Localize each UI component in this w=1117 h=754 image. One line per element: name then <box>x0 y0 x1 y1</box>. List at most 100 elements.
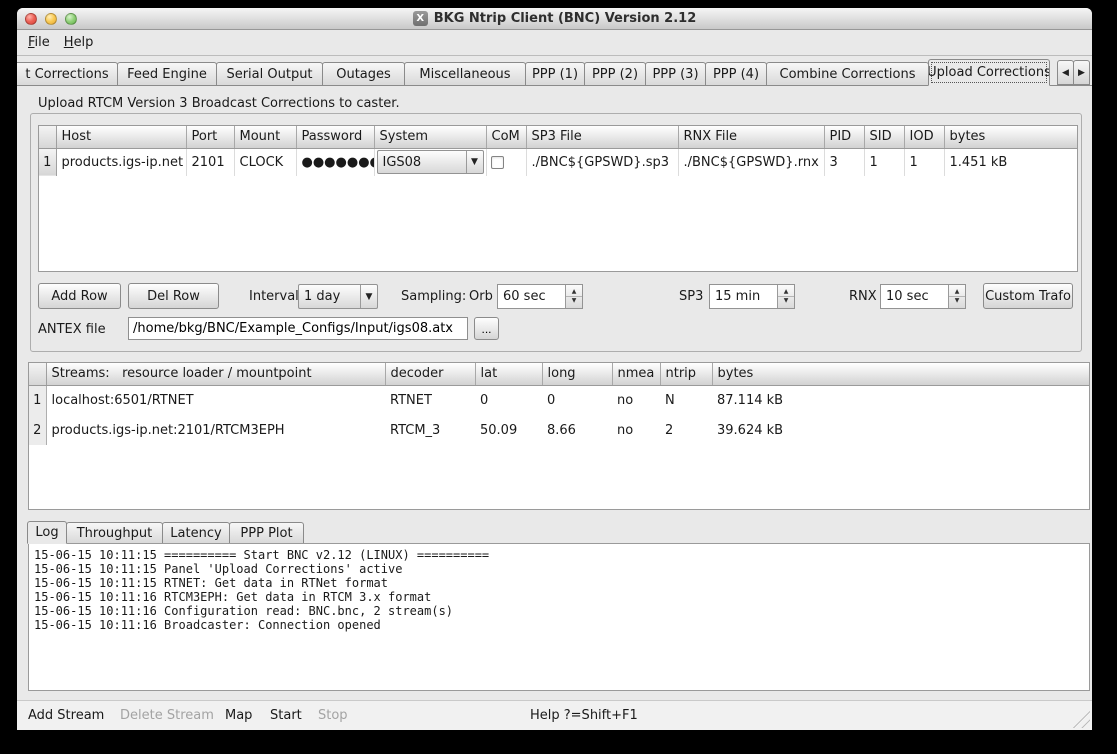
long-cell: 0 <box>542 385 612 415</box>
menu-file[interactable]: File <box>28 35 50 50</box>
log-line: 15-06-15 10:11:16 Broadcaster: Connectio… <box>34 618 1084 632</box>
col-bytes: bytes <box>944 126 1077 148</box>
mount-cell[interactable]: CLOCK <box>234 148 296 176</box>
add-row-button[interactable]: Add Row <box>38 283 121 309</box>
spinner-buttons[interactable]: ▲ ▼ <box>777 285 794 308</box>
tab-ppp-2[interactable]: PPP (2) <box>584 62 646 85</box>
stream-row[interactable]: 1 localhost:6501/RTNET RTNET 0 0 no N 87… <box>29 385 1089 415</box>
upload-groupbox: Host Port Mount Password System CoM SP3 … <box>30 113 1082 352</box>
tab-ppp-1[interactable]: PPP (1) <box>525 62 585 85</box>
iod-cell[interactable]: 1 <box>904 148 944 176</box>
lat-cell: 50.09 <box>475 415 542 445</box>
rnx-label: RNX <box>849 289 877 304</box>
sid-cell[interactable]: 1 <box>864 148 904 176</box>
window-title: BKG Ntrip Client (BNC) Version 2.12 <box>434 11 697 26</box>
tab-serial-output[interactable]: Serial Output <box>216 62 323 85</box>
zoom-button[interactable] <box>65 13 77 25</box>
tab-scroll-left-button[interactable]: ◀ <box>1057 60 1074 85</box>
upload-table: Host Port Mount Password System CoM SP3 … <box>38 125 1078 272</box>
resize-grip-icon[interactable] <box>1070 708 1090 728</box>
del-row-button[interactable]: Del Row <box>128 283 219 309</box>
sp3-value: 15 min <box>715 289 760 304</box>
orb-label: Orb <box>469 289 493 304</box>
host-cell[interactable]: products.igs-ip.net <box>56 148 186 176</box>
tab-outages[interactable]: Outages <box>322 62 405 85</box>
interval-value: 1 day <box>304 289 340 304</box>
system-value: IGS08 <box>383 155 422 170</box>
tab-ppp-3[interactable]: PPP (3) <box>645 62 706 85</box>
spinner-buttons[interactable]: ▲ ▼ <box>948 285 965 308</box>
bottom-tab-bar: Log Throughput Latency PPP Plot <box>28 520 304 543</box>
log-line: 15-06-15 10:11:15 Panel 'Upload Correcti… <box>34 562 1084 576</box>
stop-button: Stop <box>318 701 348 730</box>
log-pane[interactable]: 15-06-15 10:11:15 ========== Start BNC v… <box>28 543 1090 691</box>
system-cell: IGS08 ▼ <box>374 148 486 176</box>
delete-stream-button: Delete Stream <box>120 701 214 730</box>
minimize-button[interactable] <box>45 13 57 25</box>
col-system: System <box>374 126 486 148</box>
row-number: 1 <box>29 385 46 415</box>
map-button[interactable]: Map <box>225 701 252 730</box>
log-line: 15-06-15 10:11:16 Configuration read: BN… <box>34 604 1084 618</box>
tab-ppp-4[interactable]: PPP (4) <box>705 62 767 85</box>
sp3-label: SP3 <box>679 289 703 304</box>
col-pid: PID <box>824 126 864 148</box>
rnx-file-cell[interactable]: ./BNC${GPSWD}.rnx <box>678 148 824 176</box>
tab-feed-engine[interactable]: Feed Engine <box>117 62 217 85</box>
tab-miscellaneous[interactable]: Miscellaneous <box>404 62 526 85</box>
com-checkbox[interactable] <box>491 156 504 169</box>
port-cell[interactable]: 2101 <box>186 148 234 176</box>
spinner-up-icon: ▲ <box>949 288 965 297</box>
help-shortcut-label: Help ?=Shift+F1 <box>530 701 638 730</box>
tab-log[interactable]: Log <box>27 521 67 544</box>
menu-help[interactable]: Help <box>64 35 94 50</box>
tab-scroll-buttons: ◀ ▶ <box>1058 60 1090 85</box>
upload-table-header-row: Host Port Mount Password System CoM SP3 … <box>39 126 1077 148</box>
rnx-value: 10 sec <box>886 289 929 304</box>
col-sid: SID <box>864 126 904 148</box>
custom-trafo-button[interactable]: Custom Trafo <box>983 283 1073 309</box>
tab-ppp-plot[interactable]: PPP Plot <box>229 522 304 543</box>
tab-scroll-right-button[interactable]: ▶ <box>1073 60 1090 85</box>
col-nmea: nmea <box>612 363 660 385</box>
browse-button[interactable]: ... <box>474 317 499 340</box>
rnx-spinbox[interactable]: 10 sec ▲ ▼ <box>880 284 966 309</box>
tab-throughput[interactable]: Throughput <box>66 522 163 543</box>
antex-file-input[interactable] <box>128 317 468 340</box>
antex-file-label: ANTEX file <box>38 322 106 337</box>
interval-select[interactable]: 1 day ▼ <box>298 284 378 309</box>
password-cell[interactable]: ●●●●●●●● <box>296 148 374 176</box>
ntrip-cell: N <box>660 385 712 415</box>
pid-cell[interactable]: 3 <box>824 148 864 176</box>
sp3-file-cell[interactable]: ./BNC${GPSWD}.sp3 <box>526 148 678 176</box>
main-tab-bar: t Corrections Feed Engine Serial Output … <box>17 59 1092 86</box>
close-button[interactable] <box>25 13 37 25</box>
chevron-right-icon: ▶ <box>1078 68 1085 78</box>
row-number: 2 <box>29 415 46 445</box>
start-button[interactable]: Start <box>270 701 302 730</box>
system-select[interactable]: IGS08 ▼ <box>377 150 484 174</box>
app-window: X BKG Ntrip Client (BNC) Version 2.12 Fi… <box>17 8 1092 730</box>
sp3-spinbox[interactable]: 15 min ▲ ▼ <box>709 284 795 309</box>
tab-broadcast-corrections[interactable]: t Corrections <box>17 62 118 85</box>
mountpoint-cell: localhost:6501/RTNET <box>46 385 385 415</box>
upload-table-row: 1 products.igs-ip.net 2101 CLOCK ●●●●●●●… <box>39 148 1077 176</box>
spinner-buttons[interactable]: ▲ ▼ <box>565 285 582 308</box>
tab-upload-corrections[interactable]: Upload Corrections <box>928 59 1050 86</box>
title-bar[interactable]: X BKG Ntrip Client (BNC) Version 2.12 <box>17 8 1092 30</box>
spinner-up-icon: ▲ <box>566 288 582 297</box>
tab-combine-corrections[interactable]: Combine Corrections <box>766 62 929 85</box>
stream-row[interactable]: 2 products.igs-ip.net:2101/RTCM3EPH RTCM… <box>29 415 1089 445</box>
tab-latency[interactable]: Latency <box>162 522 230 543</box>
col-rnx-file: RNX File <box>678 126 824 148</box>
spinner-down-icon: ▼ <box>566 297 582 305</box>
orb-spinbox[interactable]: 60 sec ▲ ▼ <box>497 284 583 309</box>
add-stream-button[interactable]: Add Stream <box>28 701 104 730</box>
col-port: Port <box>186 126 234 148</box>
menu-bar: File Help <box>17 30 1092 56</box>
col-mountpoint: Streams: resource loader / mountpoint <box>46 363 385 385</box>
title-group: X BKG Ntrip Client (BNC) Version 2.12 <box>413 11 697 26</box>
decoder-cell: RTNET <box>385 385 475 415</box>
col-iod: IOD <box>904 126 944 148</box>
spinner-down-icon: ▼ <box>949 297 965 305</box>
